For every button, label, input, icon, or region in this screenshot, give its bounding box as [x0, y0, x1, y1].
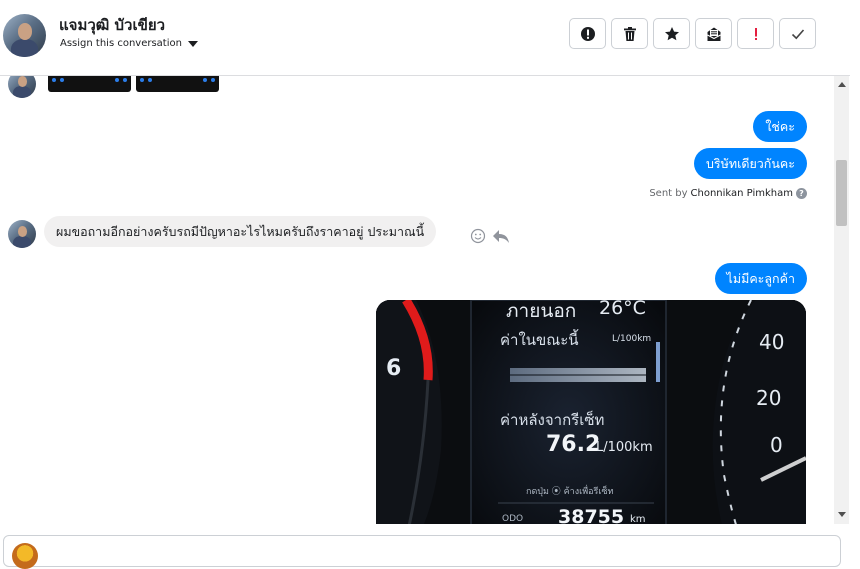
delete-button[interactable]: [611, 18, 648, 49]
odo-unit: km: [630, 514, 646, 524]
after-reset-value: 76.2: [546, 432, 601, 457]
image-thumbnail[interactable]: [48, 76, 131, 92]
after-reset-unit: L/100km: [596, 440, 653, 455]
after-reset-label: ค่าหลังจากรีเซ็ท: [500, 411, 605, 429]
sent-by-prefix: Sent by: [649, 188, 688, 199]
contact-avatar[interactable]: [3, 14, 46, 57]
current-consumption-unit: L/100km: [612, 334, 652, 344]
star-button[interactable]: [653, 18, 690, 49]
star-icon: [664, 26, 679, 40]
scroll-up-icon[interactable]: [838, 82, 846, 87]
conversation-header: แจมวุฒิ บัวเขียว Assign this conversatio…: [0, 0, 850, 76]
right-dial-40: 40: [759, 330, 785, 354]
image-thumbnail[interactable]: [136, 76, 219, 92]
reset-hint: กดปุ่ม ⦿ ค้างเพื่อรีเซ็ท: [526, 487, 614, 497]
outgoing-message[interactable]: บริษัทเดียวกันคะ: [693, 148, 807, 179]
message-thread[interactable]: ใช่คะ บริษัทเดียวกันคะ Sent by Chonnikan…: [0, 76, 834, 524]
incoming-message[interactable]: ผมขอถามอีกอย่างครับรถมีปัญหาอะไรไหมครับถ…: [44, 216, 437, 247]
right-dial-0: 0: [770, 433, 783, 457]
done-button[interactable]: [779, 18, 816, 49]
follow-up-button[interactable]: [737, 18, 774, 49]
exclamation-icon: [754, 27, 757, 40]
dashboard-photo[interactable]: ภายนอก 26°C ค่าในขณะนี้ L/100km ค่าหลังจ…: [376, 300, 806, 524]
message-actions: [470, 228, 510, 244]
contact-name[interactable]: แจมวุฒิ บัวเขียว: [59, 13, 165, 37]
trash-icon: [623, 26, 636, 41]
odo-label: ODO: [502, 514, 524, 524]
outgoing-message[interactable]: ไม่มีคะลูกค้า: [714, 263, 807, 294]
conversation-toolbar: [569, 18, 816, 49]
alert-circle-icon: [580, 26, 595, 41]
mark-unread-button[interactable]: [695, 18, 732, 49]
left-dial-number: 6: [386, 356, 402, 381]
reply-icon[interactable]: [492, 228, 510, 244]
outgoing-message[interactable]: ใช่คะ: [753, 111, 807, 142]
scroll-thumb[interactable]: [836, 160, 847, 226]
assign-label: Assign this conversation: [60, 38, 182, 49]
outside-temp-value: 26°C: [599, 300, 646, 319]
check-icon: [791, 28, 804, 39]
scroll-down-icon[interactable]: [838, 512, 846, 517]
sent-by-name: Chonnikan Pimkham: [690, 188, 793, 199]
odo-value: 38755: [558, 506, 625, 524]
thread-scrollbar[interactable]: [834, 76, 849, 524]
outside-temp-label: ภายนอก: [506, 300, 577, 322]
emoji-reaction-icon[interactable]: [470, 228, 486, 244]
sent-by-label: Sent by Chonnikan Pimkham ?: [649, 188, 807, 199]
contact-avatar-small: [8, 76, 36, 98]
reply-composer[interactable]: [3, 535, 841, 569]
current-consumption-label: ค่าในขณะนี้: [500, 331, 579, 349]
help-icon[interactable]: ?: [796, 188, 807, 199]
assign-conversation-dropdown[interactable]: Assign this conversation: [60, 38, 198, 49]
right-dial-20: 20: [756, 386, 782, 410]
envelope-icon: [706, 27, 721, 41]
contact-avatar-small: [8, 220, 36, 248]
page-avatar: [12, 543, 38, 569]
spam-button[interactable]: [569, 18, 606, 49]
caret-down-icon: [187, 40, 198, 47]
